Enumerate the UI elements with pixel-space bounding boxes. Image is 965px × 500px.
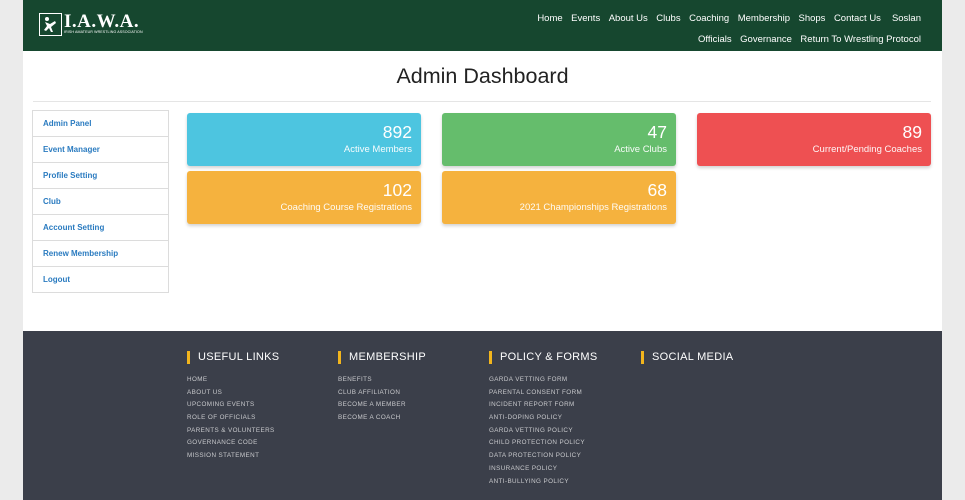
sidebar-item-renew-membership[interactable]: Renew Membership xyxy=(33,240,168,266)
footer-link-anti-bullying-policy[interactable]: ANTI-BULLYING POLICY xyxy=(489,476,598,489)
title-divider xyxy=(33,101,931,102)
heading-accent-bar xyxy=(187,350,190,364)
stat-value: 102 xyxy=(382,180,412,200)
stat-card-coaches[interactable]: 89 Current/Pending Coaches xyxy=(697,113,931,166)
nav-officials[interactable]: Officials xyxy=(698,34,732,45)
footer-link-garda-vetting-policy[interactable]: GARDA VETTING POLICY xyxy=(489,425,598,438)
site-footer: USEFUL LINKS HOME ABOUT US UPCOMING EVEN… xyxy=(23,331,942,500)
stat-label: Current/Pending Coaches xyxy=(812,144,922,155)
footer-link-benefits[interactable]: BENEFITS xyxy=(338,374,426,387)
footer-col-policy-forms: POLICY & FORMS GARDA VETTING FORM PARENT… xyxy=(489,350,598,488)
nav-events[interactable]: Events xyxy=(571,13,600,24)
site-logo[interactable]: I.A.W.A. IRISH AMATEUR WRESTLING ASSOCIA… xyxy=(39,11,143,37)
stat-card-active-clubs[interactable]: 47 Active Clubs xyxy=(442,113,676,166)
nav-home[interactable]: Home xyxy=(537,13,562,24)
footer-link-governance-code[interactable]: GOVERNANCE CODE xyxy=(187,437,279,450)
heading-accent-bar xyxy=(338,350,341,364)
footer-link-child-protection-policy[interactable]: CHILD PROTECTION POLICY xyxy=(489,437,598,450)
heading-accent-bar xyxy=(641,350,644,364)
sidebar-item-account-setting[interactable]: Account Setting xyxy=(33,214,168,240)
stat-label: 2021 Championships Registrations xyxy=(519,202,667,213)
main-nav: Home Events About Us Clubs Coaching Memb… xyxy=(529,8,921,50)
sidebar-item-admin-panel[interactable]: Admin Panel xyxy=(33,111,168,136)
stat-card-active-members[interactable]: 892 Active Members xyxy=(187,113,421,166)
footer-link-club-affiliation[interactable]: CLUB AFFILIATION xyxy=(338,387,426,400)
footer-heading: MEMBERSHIP xyxy=(349,351,426,363)
footer-link-role-of-officials[interactable]: ROLE OF OFFICIALS xyxy=(187,412,279,425)
stat-label: Active Members xyxy=(343,144,412,155)
footer-col-social-media: SOCIAL MEDIA xyxy=(641,350,733,364)
nav-coaching[interactable]: Coaching xyxy=(689,13,729,24)
site-header: I.A.W.A. IRISH AMATEUR WRESTLING ASSOCIA… xyxy=(23,0,942,51)
footer-link-mission-statement[interactable]: MISSION STATEMENT xyxy=(187,450,279,463)
footer-heading: USEFUL LINKS xyxy=(198,351,280,363)
heading-accent-bar xyxy=(489,350,492,364)
footer-link-parents-volunteers[interactable]: PARENTS & VOLUNTEERS xyxy=(187,425,279,438)
nav-shops[interactable]: Shops xyxy=(799,13,826,24)
nav-governance[interactable]: Governance xyxy=(740,34,792,45)
nav-membership[interactable]: Membership xyxy=(738,13,790,24)
footer-col-membership: MEMBERSHIP BENEFITS CLUB AFFILIATION BEC… xyxy=(338,350,426,425)
nav-clubs[interactable]: Clubs xyxy=(656,13,680,24)
nav-contact-us[interactable]: Contact Us xyxy=(834,13,881,24)
footer-link-data-protection-policy[interactable]: DATA PROTECTION POLICY xyxy=(489,450,598,463)
footer-link-upcoming-events[interactable]: UPCOMING EVENTS xyxy=(187,399,279,412)
nav-about-us[interactable]: About Us xyxy=(609,13,648,24)
footer-link-anti-doping-policy[interactable]: ANTI-DOPING POLICY xyxy=(489,412,598,425)
footer-link-parental-consent-form[interactable]: PARENTAL CONSENT FORM xyxy=(489,387,598,400)
stat-value: 892 xyxy=(382,122,412,142)
nav-return-to-wrestling[interactable]: Return To Wrestling Protocol xyxy=(800,34,921,45)
page-title: Admin Dashboard xyxy=(396,64,569,88)
stat-value: 68 xyxy=(647,180,667,200)
wrestler-logo-icon xyxy=(39,13,62,36)
footer-link-become-member[interactable]: BECOME A MEMBER xyxy=(338,399,426,412)
logo-title: I.A.W.A. xyxy=(64,11,140,32)
stat-label: Coaching Course Registrations xyxy=(280,202,412,213)
stat-label: Active Clubs xyxy=(614,144,667,155)
footer-heading: POLICY & FORMS xyxy=(500,351,598,363)
sidebar-item-logout[interactable]: Logout xyxy=(33,266,168,292)
nav-row-secondary: Officials Governance Return To Wrestling… xyxy=(529,29,921,50)
footer-link-become-coach[interactable]: BECOME A COACH xyxy=(338,412,426,425)
footer-col-useful-links: USEFUL LINKS HOME ABOUT US UPCOMING EVEN… xyxy=(187,350,279,463)
nav-user-account[interactable]: Soslan xyxy=(892,13,921,24)
stat-value: 89 xyxy=(902,122,922,142)
footer-link-garda-vetting-form[interactable]: GARDA VETTING FORM xyxy=(489,374,598,387)
stat-card-championships[interactable]: 68 2021 Championships Registrations xyxy=(442,171,676,224)
stat-card-coaching-course[interactable]: 102 Coaching Course Registrations xyxy=(187,171,421,224)
admin-sidebar: Admin Panel Event Manager Profile Settin… xyxy=(32,110,169,293)
sidebar-item-club[interactable]: Club xyxy=(33,188,168,214)
nav-row-primary: Home Events About Us Clubs Coaching Memb… xyxy=(529,8,921,29)
footer-link-insurance-policy[interactable]: INSURANCE POLICY xyxy=(489,463,598,476)
stat-value: 47 xyxy=(647,122,667,142)
page: I.A.W.A. IRISH AMATEUR WRESTLING ASSOCIA… xyxy=(23,0,942,500)
sidebar-item-event-manager[interactable]: Event Manager xyxy=(33,136,168,162)
footer-heading: SOCIAL MEDIA xyxy=(652,351,734,363)
footer-link-home[interactable]: HOME xyxy=(187,374,279,387)
logo-subtitle: IRISH AMATEUR WRESTLING ASSOCIATION xyxy=(64,30,143,34)
footer-link-incident-report-form[interactable]: INCIDENT REPORT FORM xyxy=(489,399,598,412)
sidebar-item-profile-setting[interactable]: Profile Setting xyxy=(33,162,168,188)
footer-link-about-us[interactable]: ABOUT US xyxy=(187,387,279,400)
